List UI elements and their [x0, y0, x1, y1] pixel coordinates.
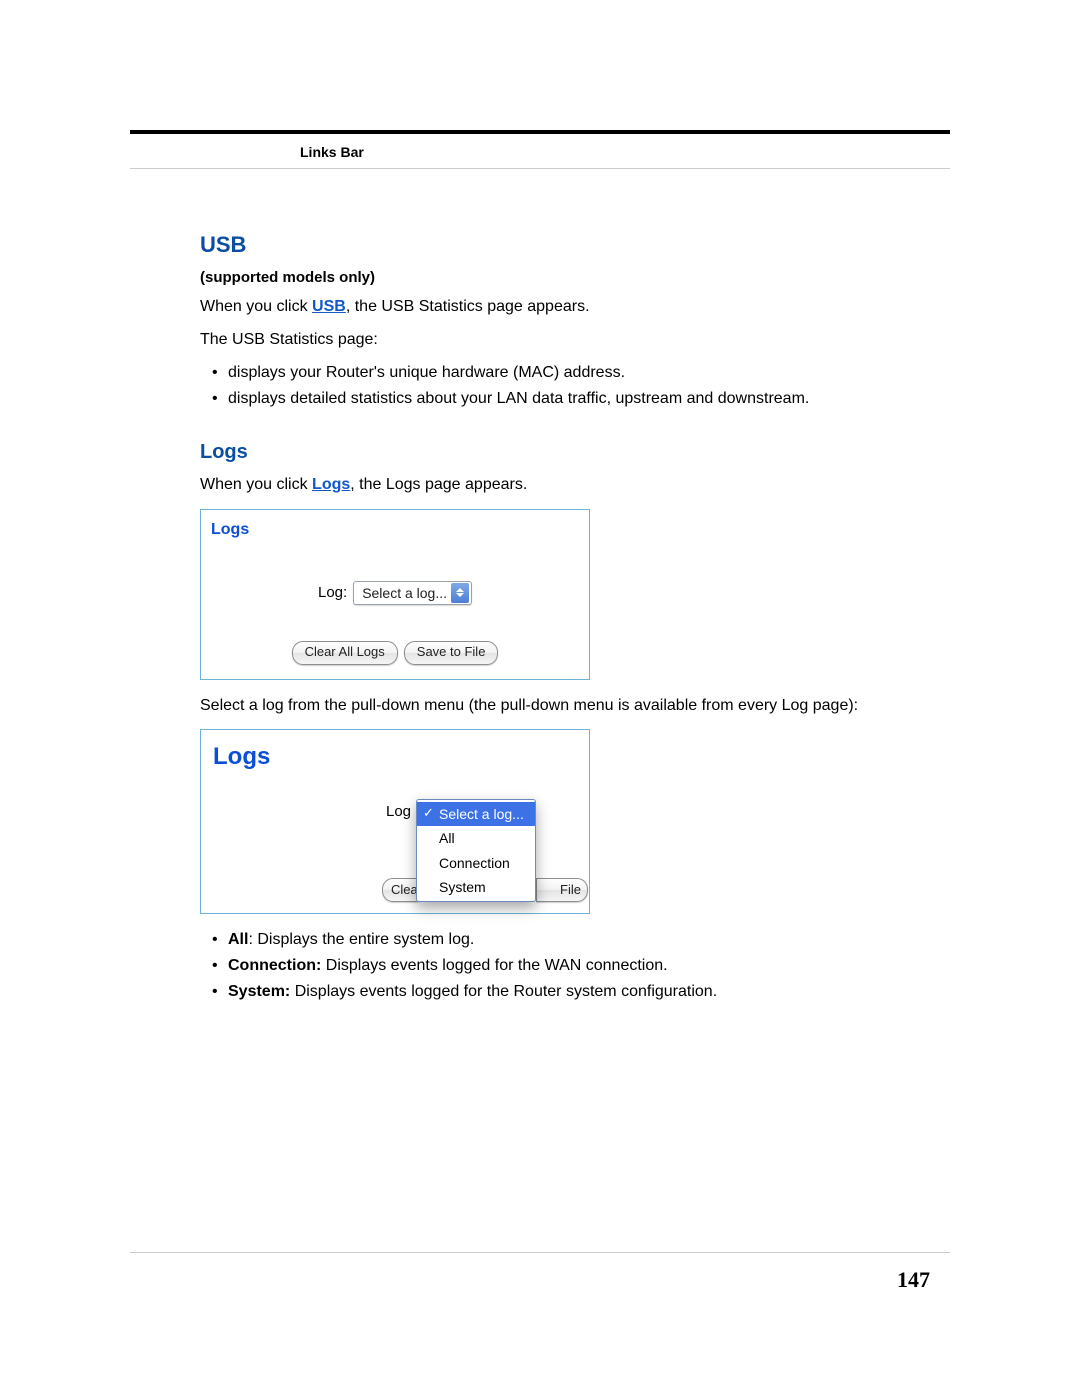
usb-link[interactable]: USB — [312, 298, 346, 315]
dropdown-option-connection[interactable]: Connection — [417, 851, 535, 875]
log-select[interactable]: Select a log... — [353, 581, 472, 605]
dropdown-option-all[interactable]: All — [417, 826, 535, 850]
logs-link[interactable]: Logs — [312, 476, 350, 493]
panel-title: Logs — [211, 518, 579, 541]
usb-intro: When you click USB, the USB Statistics p… — [200, 295, 930, 318]
dropdown-option-system[interactable]: System — [417, 875, 535, 899]
dropdown-arrows-icon — [451, 583, 469, 603]
save-to-file-button[interactable]: Save to File — [404, 641, 499, 665]
list-item: Connection: Displays events logged for t… — [200, 954, 930, 977]
logs-panel-closed: Logs Log: Select a log... Clear All Logs… — [200, 509, 590, 680]
logs-heading: Logs — [200, 438, 930, 467]
list-item: displays your Router's unique hardware (… — [200, 361, 930, 384]
header-thin-rule — [130, 168, 950, 169]
header-section-label: Links Bar — [300, 144, 950, 160]
panel-title: Logs — [213, 740, 577, 775]
usb-line2: The USB Statistics page: — [200, 328, 930, 351]
bullet-label: Connection: — [228, 957, 321, 974]
clear-all-logs-button[interactable]: Clear All Logs — [292, 641, 398, 665]
list-item: System: Displays events logged for the R… — [200, 980, 930, 1003]
logs-panel-open-wrapper: Logs Log Clea File Select a log... All C… — [200, 729, 930, 914]
log-type-bullets: All: Displays the entire system log. Con… — [200, 928, 930, 1004]
list-item: displays detailed statistics about your … — [200, 387, 930, 410]
top-heavy-rule — [130, 130, 950, 134]
bullet-label: System: — [228, 983, 290, 1000]
text: When you click — [200, 476, 312, 493]
log-select-value: Select a log... — [362, 583, 447, 603]
list-item: All: Displays the entire system log. — [200, 928, 930, 951]
bullet-text: : Displays the entire system log. — [248, 931, 474, 948]
text: When you click — [200, 298, 312, 315]
log-select-dropdown[interactable]: Select a log... All Connection System — [416, 799, 536, 902]
logs-intro: When you click Logs, the Logs page appea… — [200, 473, 930, 496]
logs-select-desc: Select a log from the pull-down menu (th… — [200, 694, 930, 717]
usb-subheading: (supported models only) — [200, 267, 930, 289]
page-number: 147 — [897, 1267, 930, 1293]
bullet-text: Displays events logged for the WAN conne… — [321, 957, 667, 974]
dropdown-option-select[interactable]: Select a log... — [417, 802, 535, 826]
footer-rule — [130, 1252, 950, 1253]
bullet-label: All — [228, 931, 248, 948]
bullet-text: Displays events logged for the Router sy… — [290, 983, 717, 1000]
log-label: Log: — [318, 582, 347, 604]
usb-heading: USB — [200, 229, 930, 261]
usb-bullets: displays your Router's unique hardware (… — [200, 361, 930, 410]
save-to-file-button-partial[interactable]: File — [536, 878, 588, 902]
text: , the USB Statistics page appears. — [346, 298, 590, 315]
logs-panel-open: Logs Log Clea File Select a log... All C… — [200, 729, 590, 914]
log-label-partial: Log — [386, 801, 411, 823]
text: , the Logs page appears. — [350, 476, 527, 493]
